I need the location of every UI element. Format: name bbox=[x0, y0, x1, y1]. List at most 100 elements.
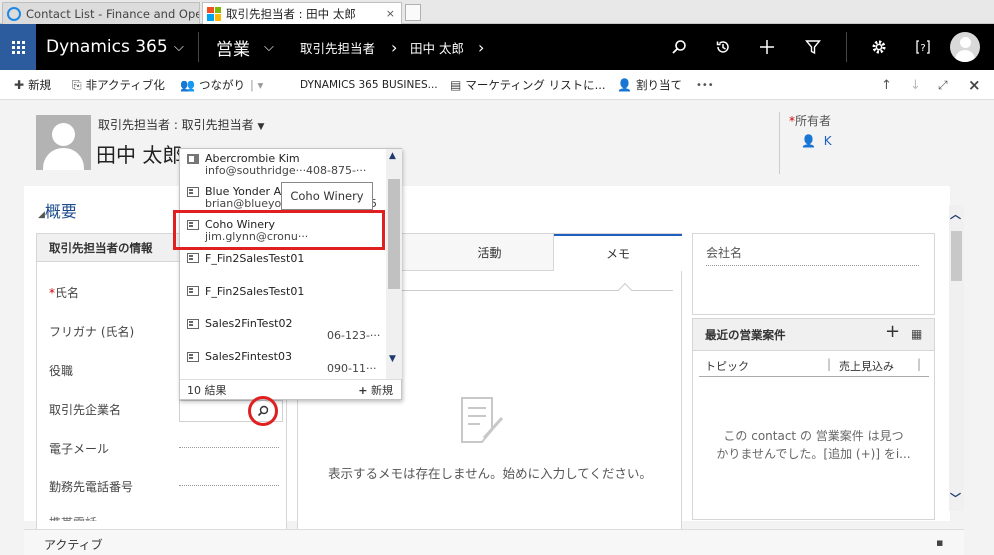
email-field[interactable] bbox=[179, 447, 279, 448]
lookup-result-item[interactable]: Sales2Fintest03 090-11··· bbox=[180, 347, 385, 380]
lookup-new-button[interactable]: + 新規 bbox=[358, 382, 393, 398]
waffle-icon bbox=[11, 40, 25, 54]
field-label-company: 取引先企業名 bbox=[49, 403, 122, 417]
highlight-box bbox=[173, 210, 385, 250]
recent-opportunities-panel: 最近の営業案件 + ▦ トピック | 売上見込み | この contact の … bbox=[692, 318, 935, 520]
notes-pointer bbox=[617, 282, 633, 298]
new-tab-button[interactable] bbox=[405, 4, 421, 21]
grid-view-icon[interactable]: ▦ bbox=[911, 327, 922, 341]
deactivate-button[interactable]: ⎘ 非アクティブ化 bbox=[72, 70, 165, 100]
lookup-result-item[interactable]: Sales2FinTest02 06-123-··· bbox=[180, 314, 385, 347]
lookup-result-item[interactable]: Abercrombie Kim info@southridge··· 408-8… bbox=[180, 149, 385, 182]
help-icon[interactable]: ? bbox=[910, 24, 936, 70]
tab-activities[interactable]: 活動 bbox=[426, 234, 554, 270]
chevron-down-icon: ▼ bbox=[257, 122, 265, 132]
breadcrumb-entity[interactable]: 取引先担当者 bbox=[300, 24, 375, 70]
list-icon: ▤ bbox=[450, 78, 462, 92]
plus-icon[interactable] bbox=[754, 24, 780, 70]
dropdown-footer: 10 結果 + 新規 bbox=[180, 379, 401, 400]
app-name[interactable]: Dynamics 365 bbox=[46, 24, 168, 70]
connect-button[interactable]: 👥 つながり bbox=[180, 70, 245, 100]
result-name: F_Fin2SalesTest01 bbox=[205, 252, 305, 265]
owner-value[interactable]: 👤 K bbox=[801, 134, 832, 148]
grid-header-line bbox=[699, 376, 929, 377]
section-title[interactable]: ◢概要 bbox=[38, 198, 77, 222]
column-revenue[interactable]: 売上見込み bbox=[839, 358, 894, 374]
account-icon bbox=[187, 187, 199, 197]
recent-history-icon[interactable] bbox=[710, 24, 736, 70]
scroll-down-icon[interactable]: ﹀ bbox=[950, 490, 961, 506]
opportunities-title: 最近の営業案件 bbox=[705, 328, 786, 342]
assign-label: 割り当て bbox=[635, 78, 682, 92]
breadcrumb-record[interactable]: 田中 太郎 bbox=[410, 24, 464, 70]
deactivate-label: 非アクティブ化 bbox=[85, 78, 165, 92]
scroll-up-icon[interactable]: ▲ bbox=[389, 151, 396, 161]
app-launcher-button[interactable] bbox=[0, 24, 36, 70]
plus-icon: ✚ bbox=[14, 78, 25, 92]
lookup-result-item[interactable]: F_Fin2SalesTest01 bbox=[180, 281, 385, 314]
column-divider: | bbox=[827, 357, 832, 371]
company-label: 会社名 bbox=[706, 246, 743, 260]
filter-icon[interactable] bbox=[800, 24, 826, 70]
business-phone-field[interactable] bbox=[179, 485, 279, 486]
empty-message-line: かりませんでした。[追加 (+)] をi... bbox=[716, 447, 911, 461]
section-title-text: 概要 bbox=[44, 202, 77, 221]
search-icon[interactable] bbox=[666, 24, 692, 70]
page-scrollbar[interactable] bbox=[949, 205, 964, 511]
browser-tab-contact-list[interactable]: Contact List - Finance and Ope... bbox=[2, 2, 200, 24]
field-label-furigana: フリガナ (氏名) bbox=[49, 325, 135, 339]
note-icon bbox=[456, 392, 508, 451]
tooltip: Coho Winery bbox=[281, 182, 373, 210]
contact-photo[interactable] bbox=[36, 115, 91, 170]
area-chevron-icon[interactable]: ⌵ bbox=[264, 24, 274, 70]
previous-record-icon[interactable]: ↑ bbox=[881, 70, 892, 100]
dropdown-scrollbar[interactable]: ▲ ▼ bbox=[386, 149, 402, 379]
result-name: Sales2FinTest02 bbox=[205, 317, 293, 330]
form-selector[interactable]: 取引先担当者 : 取引先担当者 ▼ bbox=[98, 116, 264, 133]
assign-button[interactable]: 👤 割り当て bbox=[617, 70, 682, 100]
next-record-icon[interactable]: ↓ bbox=[910, 70, 921, 100]
page-scrollbar-thumb[interactable] bbox=[951, 231, 962, 281]
breadcrumb-arrow-icon: › bbox=[391, 37, 398, 57]
people-icon: 👥 bbox=[180, 78, 195, 92]
business-menu-button[interactable]: DYNAMICS 365 BUSINES... bbox=[300, 70, 438, 100]
new-button[interactable]: ✚ 新規 bbox=[14, 70, 51, 100]
dropdown-scrollbar-thumb[interactable] bbox=[388, 179, 400, 289]
tab-notes[interactable]: メモ bbox=[554, 234, 682, 271]
area-selector[interactable]: 営業 bbox=[216, 24, 250, 70]
scroll-down-icon[interactable]: ▼ bbox=[389, 354, 396, 364]
lookup-result-item[interactable]: F_Fin2SalesTest01 bbox=[180, 248, 385, 281]
account-icon bbox=[187, 253, 199, 263]
browser-tab-bar: Contact List - Finance and Ope... 取引先担当者… bbox=[0, 0, 994, 24]
close-tab-icon[interactable]: × bbox=[386, 7, 395, 20]
save-icon[interactable]: ▪ bbox=[936, 536, 943, 549]
pop-out-icon[interactable]: ⤢ bbox=[938, 70, 948, 100]
close-icon[interactable]: × bbox=[968, 70, 981, 100]
field-label-business-phone: 勤務先電話番号 bbox=[49, 480, 134, 494]
column-topic[interactable]: トピック bbox=[705, 358, 749, 374]
results-count: 10 結果 bbox=[187, 384, 227, 397]
result-phone: 06-123-··· bbox=[327, 329, 381, 342]
add-opportunity-icon[interactable]: + bbox=[885, 321, 900, 342]
browser-tab-contact[interactable]: 取引先担当者 : 田中 太郎 × bbox=[202, 2, 402, 24]
scroll-up-icon[interactable]: ︿ bbox=[950, 206, 961, 222]
opportunities-empty-message: この contact の 営業案件 は見つ かりませんでした。[追加 (+)] … bbox=[693, 427, 934, 463]
breadcrumb-arrow-icon[interactable]: › bbox=[478, 24, 484, 70]
field-label-email: 電子メール bbox=[49, 442, 110, 456]
user-avatar[interactable] bbox=[950, 32, 980, 62]
more-commands-button[interactable]: ••• bbox=[696, 70, 714, 100]
empty-message-line: この contact の 営業案件 は見つ bbox=[723, 429, 904, 443]
owner-link[interactable]: K bbox=[824, 134, 832, 148]
company-field[interactable] bbox=[706, 265, 919, 266]
result-email: info@southridge··· bbox=[205, 164, 307, 177]
gear-icon[interactable] bbox=[866, 24, 892, 70]
microsoft-logo-icon bbox=[207, 6, 221, 21]
app-switcher-chevron-icon[interactable]: ⌵ bbox=[174, 24, 184, 70]
connect-dropdown-chevron-icon[interactable]: | ▾ bbox=[250, 70, 263, 100]
header-divider bbox=[779, 112, 780, 174]
company-panel: 会社名 bbox=[692, 233, 935, 315]
add-to-marketing-list-button[interactable]: ▤ マーケティング リストに... bbox=[450, 70, 606, 100]
result-phone: 408-875-··· bbox=[306, 164, 367, 177]
column-divider: | bbox=[917, 357, 922, 371]
account-icon bbox=[187, 352, 199, 362]
